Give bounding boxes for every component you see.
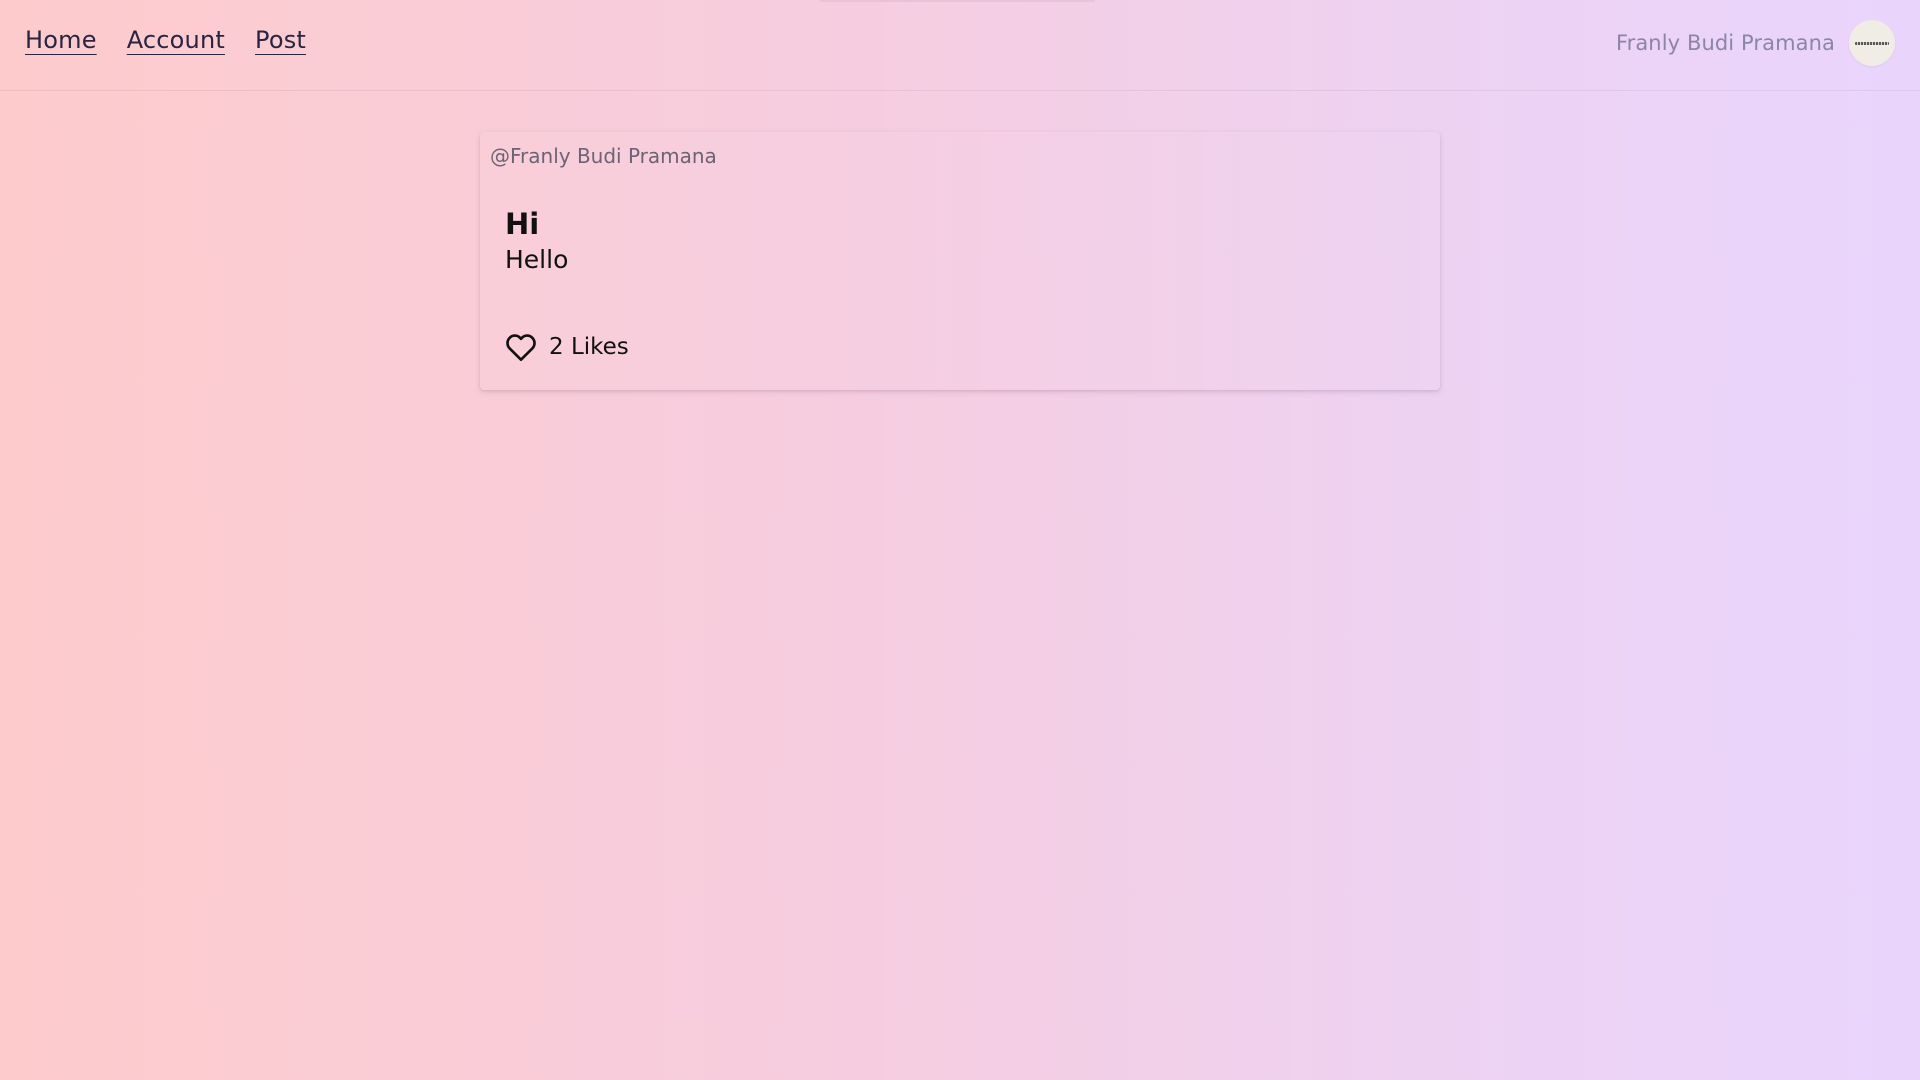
user-name: Franly Budi Pramana <box>1615 31 1835 55</box>
avatar[interactable] <box>1849 20 1895 66</box>
heart-outline-icon[interactable] <box>505 332 537 362</box>
like-button[interactable]: 2 Likes <box>505 332 629 362</box>
post-card: @Franly Budi Pramana Hi Hello 2 Likes <box>480 132 1440 390</box>
nav-link-post[interactable]: Post <box>255 26 306 54</box>
avatar-image-icon <box>1855 41 1889 45</box>
nav-links: Home Account Post <box>25 26 306 54</box>
post-author: @Franly Budi Pramana <box>490 144 717 168</box>
nav-link-account[interactable]: Account <box>127 26 225 54</box>
post-title: Hi <box>505 207 540 241</box>
likes-count: 2 Likes <box>549 334 629 360</box>
top-navbar: Home Account Post Franly Budi Pramana <box>0 0 1920 91</box>
post-body: Hello <box>505 245 569 274</box>
user-menu[interactable]: Franly Budi Pramana <box>1616 20 1895 66</box>
nav-link-home[interactable]: Home <box>25 26 97 54</box>
top-edge-tab <box>820 0 1095 2</box>
